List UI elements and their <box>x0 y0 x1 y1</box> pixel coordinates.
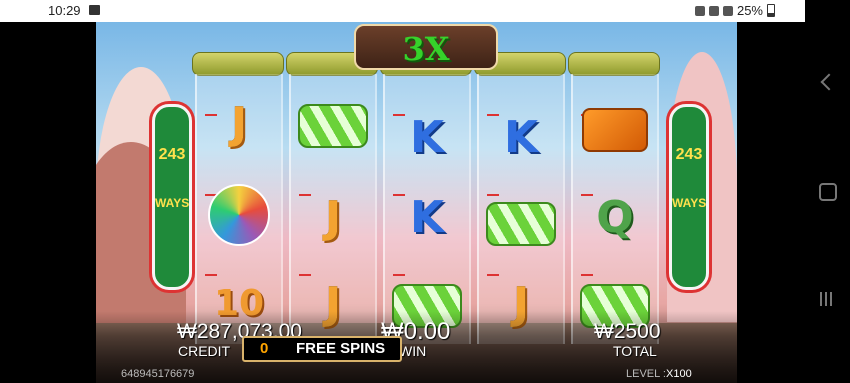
ways-sign-right: 243 WAYS <box>669 104 709 290</box>
session-id: 648945176679 <box>121 368 195 380</box>
reel-2: J J <box>286 52 378 344</box>
symbol-k: K <box>409 191 445 243</box>
free-spins-count: 0 <box>260 340 269 357</box>
win-label: WIN <box>399 343 427 359</box>
symbol-k: K <box>503 111 539 163</box>
gallery-icon <box>89 5 100 15</box>
back-icon[interactable] <box>820 73 838 91</box>
symbol-orange-candy <box>582 108 648 152</box>
free-spins-label: FREE SPINS <box>296 340 386 357</box>
multiplier-banner: 3X <box>354 24 498 70</box>
level-value: X100 <box>666 368 692 380</box>
home-icon[interactable] <box>819 183 837 201</box>
level-label: LEVEL : <box>626 368 666 380</box>
symbol-lollipop <box>208 184 270 246</box>
jar-lid <box>568 52 660 76</box>
ways-label: WAYS <box>672 196 707 210</box>
clock: 10:29 <box>48 3 81 18</box>
reel-5: Q <box>568 52 660 344</box>
total-bet-label: TOTAL <box>613 343 657 359</box>
free-spins-panel[interactable]: 0 FREE SPINS <box>242 336 402 362</box>
recent-apps-icon[interactable] <box>820 292 832 306</box>
android-nav-bar <box>805 0 850 383</box>
jar-lid <box>192 52 284 76</box>
battery-icon <box>767 4 775 17</box>
jar-glass: K K <box>383 74 471 344</box>
status-bar: 10:29 25% <box>0 0 805 22</box>
jar-glass: J J <box>289 74 377 344</box>
reel-4: K J <box>474 52 566 344</box>
ways-count: 243 <box>675 146 703 163</box>
status-icons: 25% <box>694 3 775 18</box>
reel-3: K K <box>380 52 472 344</box>
symbol-green-candy <box>298 104 368 148</box>
jar-glass: Q <box>571 74 659 344</box>
mute-icon <box>694 5 705 16</box>
symbol-j: J <box>324 191 342 243</box>
wifi-icon <box>708 5 719 16</box>
reel-1: J 10 <box>192 52 284 344</box>
battery-percent: 25% <box>736 3 763 18</box>
signal-icon <box>722 5 733 16</box>
jar-glass: J 10 <box>195 74 283 344</box>
symbol-k: K <box>409 111 445 163</box>
multiplier-value: 3X <box>402 30 450 68</box>
credit-label: CREDIT <box>178 343 231 359</box>
ways-label: WAYS <box>155 196 190 210</box>
symbol-j: J <box>230 97 248 149</box>
ways-sign-left: 243 WAYS <box>152 104 192 290</box>
ways-count: 243 <box>158 146 186 163</box>
symbol-green-candy <box>486 202 556 246</box>
total-bet-value: ₩2500 <box>594 320 661 343</box>
jar-glass: K J <box>477 74 565 344</box>
symbol-q: Q <box>596 191 634 243</box>
